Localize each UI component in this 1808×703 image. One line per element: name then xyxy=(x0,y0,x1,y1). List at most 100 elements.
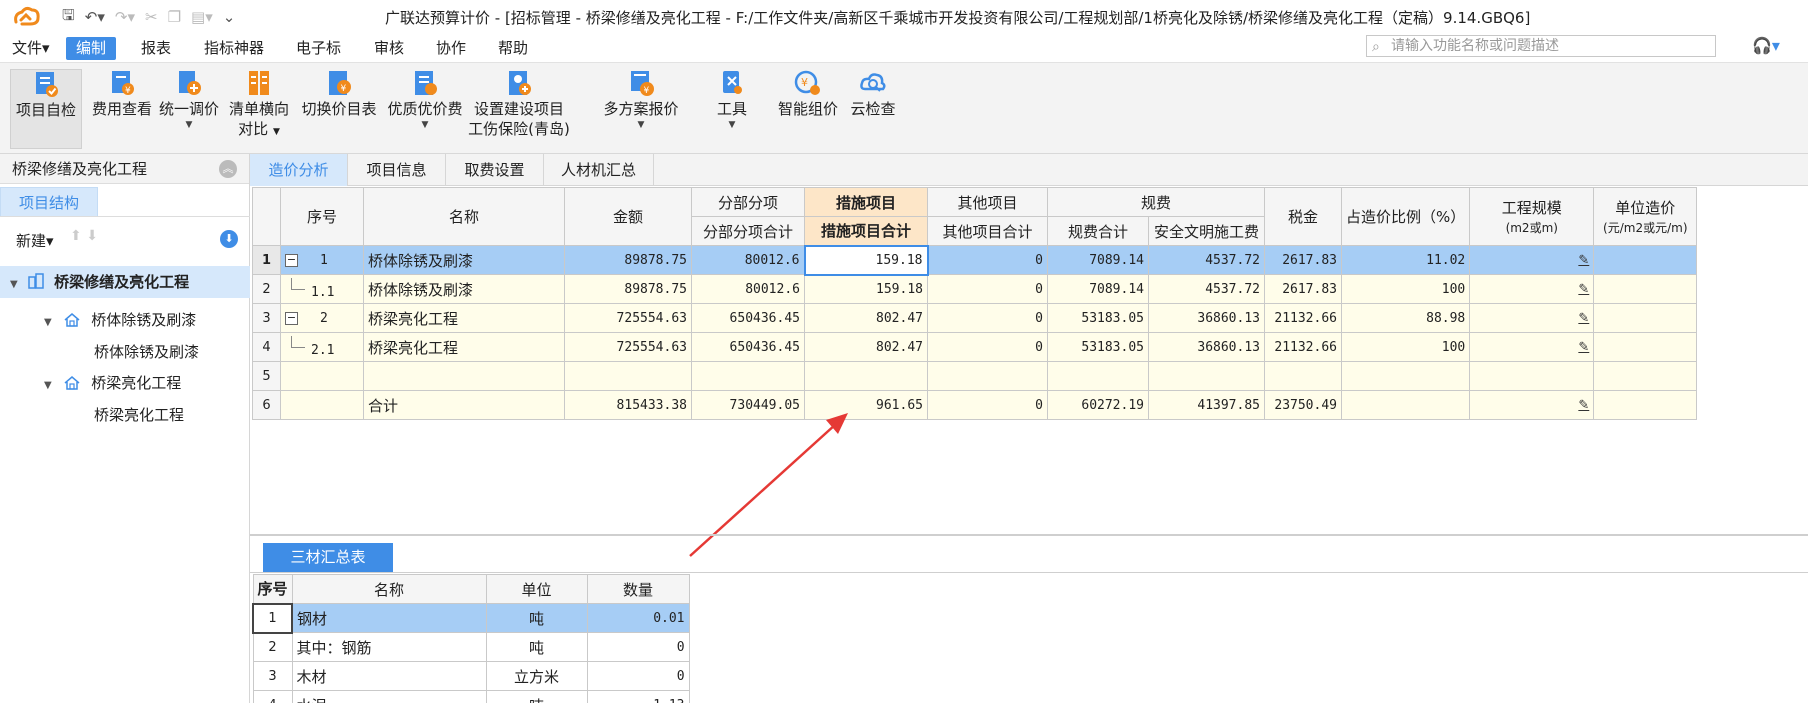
smart-pricing-icon: ¥ xyxy=(794,70,820,95)
move-up-icon[interactable]: ⬆ xyxy=(70,228,82,244)
new-button[interactable]: 新建▾ xyxy=(16,230,54,251)
svg-text:¥: ¥ xyxy=(341,84,347,94)
col-safety-fee: 安全文明施工费 xyxy=(1148,216,1265,246)
collapse-icon[interactable]: − xyxy=(285,311,298,325)
download-icon[interactable]: ⬇ xyxy=(220,230,238,248)
col-ratio: 占造价比例（%） xyxy=(1340,187,1471,246)
cut-icon[interactable]: ✂ xyxy=(145,8,158,26)
quality-price-icon xyxy=(415,71,437,95)
divider xyxy=(0,216,250,217)
tools-button[interactable]: 工具 ▼ xyxy=(704,69,760,131)
switch-pricelist-button[interactable]: ¥ 切换价目表 xyxy=(296,69,382,119)
table-row[interactable]: 3 木材 立方米 0 xyxy=(252,661,690,691)
tab-labor-material-summary[interactable]: 人材机汇总 xyxy=(544,154,654,186)
collapse-icon[interactable]: − xyxy=(285,253,298,267)
dropdown-caret-icon: ▼ xyxy=(421,120,429,130)
table-row-total[interactable]: 6 合计 815433.38 730449.05 961.65 0 60272.… xyxy=(252,390,1698,420)
menu-reports[interactable]: 报表 xyxy=(131,37,181,60)
table-row[interactable]: 3 −2 桥梁亮化工程 725554.63 650436.45 802.47 0… xyxy=(252,303,1698,333)
cost-analysis-table: 序号 名称 金额 分部分项 措施项目 其他项目 规费 税金 占造价比例（%） 工… xyxy=(252,187,1698,420)
table-row[interactable]: 2 1.1 桥体除锈及刷漆 89878.75 80012.6 159.18 0 … xyxy=(252,274,1698,304)
menu-review[interactable]: 审核 xyxy=(364,37,414,60)
window-title: 广联达预算计价 - [招标管理 - 桥梁修缮及亮化工程 - F:/工作文件夹/高… xyxy=(385,9,1531,27)
pane-divider[interactable] xyxy=(250,534,1808,536)
project-structure-panel: 桥梁修缮及亮化工程 ︽ 项目结构 新建▾ ⬆ ⬇ ⬇ ▼ 桥梁修缮及亮化工程 ▼… xyxy=(0,154,250,703)
panel-title: 桥梁修缮及亮化工程 ︽ xyxy=(0,154,249,184)
customize-qat-icon[interactable]: ⌄ xyxy=(223,8,236,26)
quality-price-button[interactable]: 优质优价费 ▼ xyxy=(384,69,466,131)
table-header-row: 序号 名称 金额 分部分项 措施项目 其他项目 规费 税金 占造价比例（%） 工… xyxy=(252,187,1698,246)
edit-scale-icon[interactable]: ✎ xyxy=(1578,282,1589,297)
headset-icon[interactable]: 🎧▾ xyxy=(1752,36,1780,55)
edit-scale-icon[interactable]: ✎ xyxy=(1578,398,1589,413)
menu-e-bid[interactable]: 电子标 xyxy=(286,37,351,60)
col-seq: 序号 xyxy=(280,187,364,246)
tree-leaf-derust[interactable]: 桥体除锈及刷漆 xyxy=(94,342,199,362)
menu-help[interactable]: 帮助 xyxy=(488,37,538,60)
price-adjust-icon xyxy=(179,71,201,95)
tree-root-item[interactable]: ▼ 桥梁修缮及亮化工程 xyxy=(0,266,250,298)
table-row[interactable]: 2 其中：钢筋 吨 0 xyxy=(252,632,690,662)
col-unit-price: 单位造价 (元/m2或元/m) xyxy=(1593,187,1698,246)
app-logo-icon xyxy=(14,6,40,26)
col-fbfx: 分部分项 xyxy=(691,187,805,217)
save-icon[interactable]: 🖫 xyxy=(62,5,75,30)
paste-icon[interactable]: ▤▾ xyxy=(191,8,213,26)
menu-index-tool[interactable]: 指标神器 xyxy=(194,37,274,60)
move-down-icon[interactable]: ⬇ xyxy=(86,228,98,244)
active-cell[interactable]: 159.18 xyxy=(803,244,929,276)
col-other-total: 其他项目合计 xyxy=(927,216,1048,246)
menu-file[interactable]: 文件▾ xyxy=(2,37,60,60)
tree-connector xyxy=(291,336,305,348)
list-compare-button[interactable]: 清单横向 对比 ▼ xyxy=(226,69,292,142)
search-input[interactable]: ⌕ 请输入功能名称或问题描述 xyxy=(1366,35,1716,57)
tree-item-derust[interactable]: ▼ 桥体除锈及刷漆 xyxy=(44,310,196,333)
redo-icon[interactable]: ↷▾ xyxy=(115,8,135,26)
tree-item-lighting[interactable]: ▼ 桥梁亮化工程 xyxy=(44,373,181,396)
menu-collaborate[interactable]: 协作 xyxy=(426,37,476,60)
quick-access-toolbar: 🖫 ↶▾ ↷▾ ✂ ❐ ▤▾ ⌄ xyxy=(62,4,235,30)
cloud-check-button[interactable]: 云检查 xyxy=(846,69,900,119)
set-injury-insurance-button[interactable]: 设置建设项目 工伤保险(青岛) xyxy=(466,69,572,139)
table-row[interactable]: 5 xyxy=(252,361,1698,391)
col-name: 名称 xyxy=(363,187,565,246)
insurance-icon xyxy=(509,71,531,95)
smart-pricing-button[interactable]: ¥ 智能组价 xyxy=(774,69,842,119)
copy-icon[interactable]: ❐ xyxy=(168,8,181,26)
svg-text:¥: ¥ xyxy=(125,86,131,96)
table-row[interactable]: 1 钢材 吨 0.01 xyxy=(251,602,690,634)
table-row[interactable]: 4 水泥 吨 1.13 xyxy=(252,690,690,703)
compare-icon xyxy=(249,71,269,95)
menu-edit[interactable]: 编制 xyxy=(66,37,117,60)
tab-three-materials-summary[interactable]: 三材汇总表 xyxy=(263,543,393,572)
edit-scale-icon[interactable]: ✎ xyxy=(1578,311,1589,326)
collapse-panel-icon[interactable]: ︽ xyxy=(219,160,237,178)
expand-icon[interactable]: ▼ xyxy=(44,317,52,328)
fee-view-button[interactable]: ¥ 费用查看 xyxy=(86,69,158,119)
col-unit: 单位 xyxy=(485,574,588,604)
edit-scale-icon[interactable]: ✎ xyxy=(1578,253,1589,268)
tree-leaf-lighting[interactable]: 桥梁亮化工程 xyxy=(94,405,184,425)
tab-project-structure[interactable]: 项目结构 xyxy=(0,187,98,217)
col-fbfx-total: 分部分项合计 xyxy=(691,216,805,246)
tab-cost-analysis[interactable]: 造价分析 xyxy=(250,154,348,186)
tab-fee-settings[interactable]: 取费设置 xyxy=(446,154,544,186)
ribbon-toolbar: 项目自检 ¥ 费用查看 统一调价 ▼ 清单横向 对比 ▼ ¥ 切换价目表 优质优… xyxy=(0,62,1808,154)
project-selfcheck-button[interactable]: 项目自检 xyxy=(10,69,82,149)
table-row[interactable]: 4 2.1 桥梁亮化工程 725554.63 650436.45 802.47 … xyxy=(252,332,1698,362)
multi-plan-quote-button[interactable]: ¥ 多方案报价 ▼ xyxy=(596,69,686,131)
edit-scale-icon[interactable]: ✎ xyxy=(1578,340,1589,355)
expand-icon[interactable]: ▼ xyxy=(44,380,52,391)
table-row[interactable]: 1 −1 桥体除锈及刷漆 89878.75 80012.6 159.18 0 7… xyxy=(252,244,1698,276)
col-measures-total: 措施项目合计 xyxy=(804,216,928,246)
fee-view-icon: ¥ xyxy=(112,71,134,96)
undo-icon[interactable]: ↶▾ xyxy=(85,8,105,26)
col-name: 名称 xyxy=(291,574,487,604)
col-seq: 序号 xyxy=(252,574,293,604)
building-icon xyxy=(28,273,44,289)
cloud-check-icon xyxy=(860,73,886,92)
title-bar: 🖫 ↶▾ ↷▾ ✂ ❐ ▤▾ ⌄ 广联达预算计价 - [招标管理 - 桥梁修缮及… xyxy=(0,0,1808,34)
tab-project-info[interactable]: 项目信息 xyxy=(348,154,446,186)
expand-icon[interactable]: ▼ xyxy=(10,279,18,290)
unified-price-adjust-button[interactable]: 统一调价 ▼ xyxy=(156,69,222,131)
